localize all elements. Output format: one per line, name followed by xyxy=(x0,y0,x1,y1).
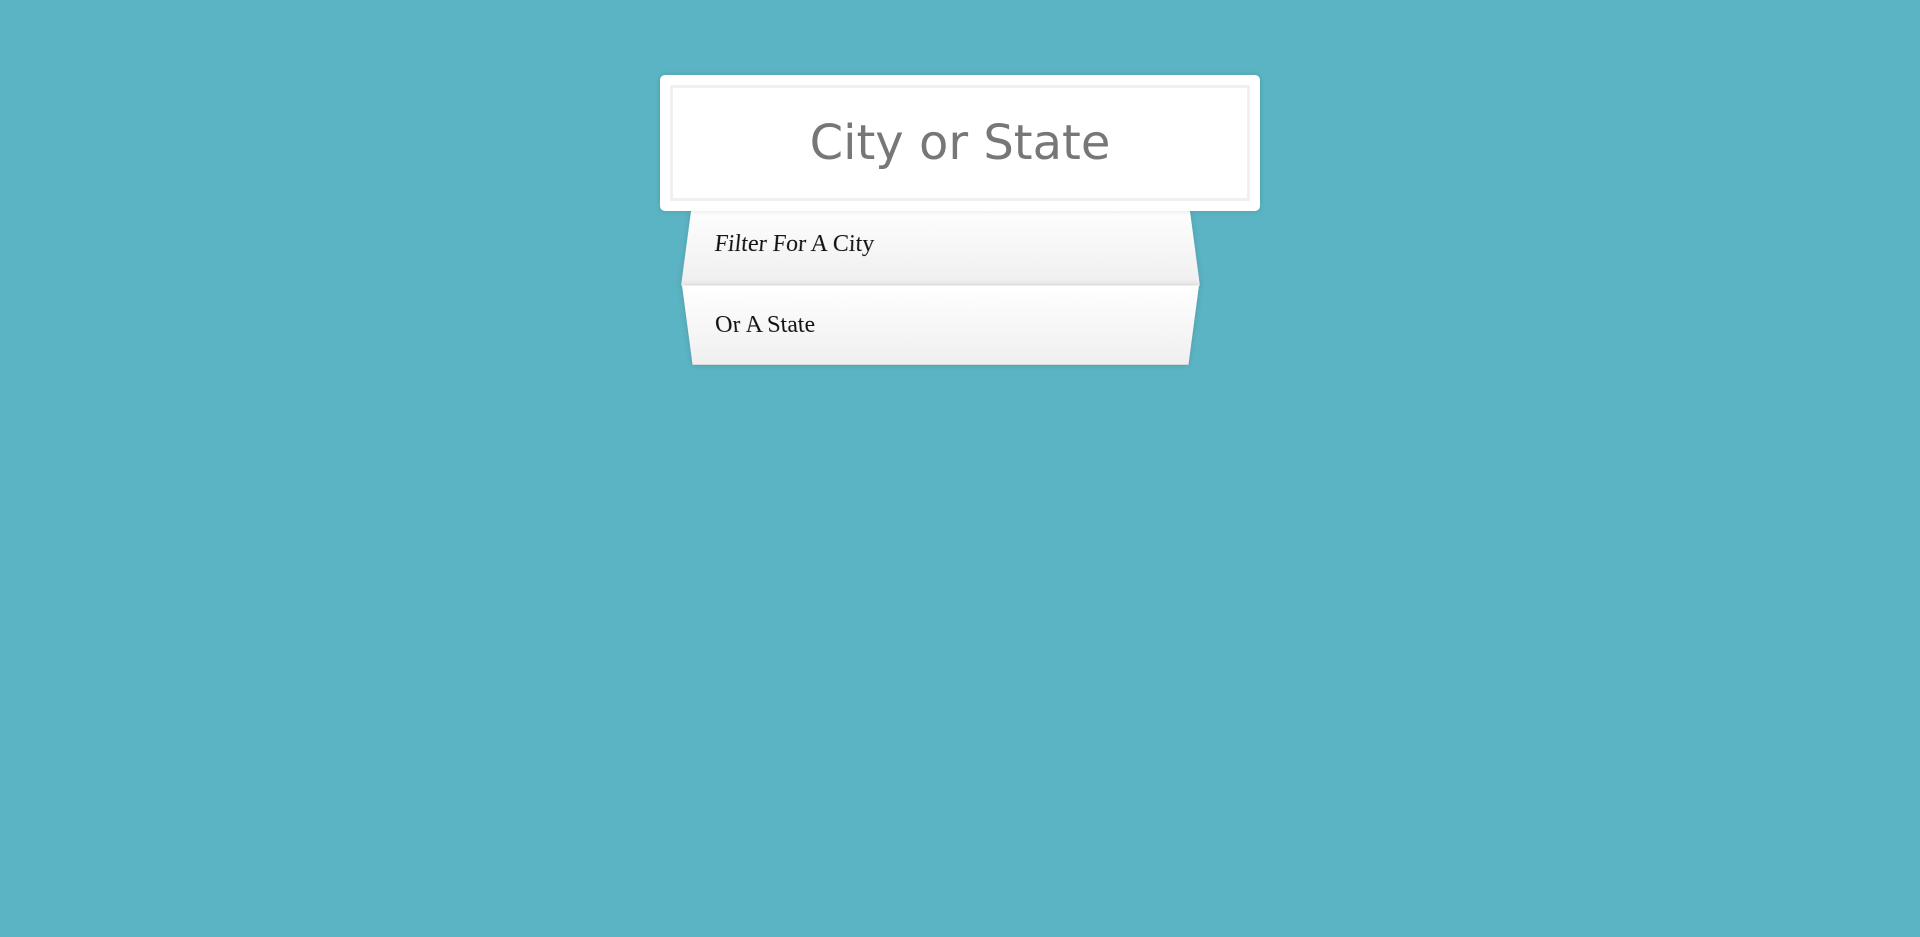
suggestion-filter-city[interactable]: Filter For A City xyxy=(681,205,1200,286)
search-input[interactable] xyxy=(670,85,1250,201)
suggestions-list: Filter For A City Or A State xyxy=(681,203,1200,365)
search-form: Filter For A City Or A State xyxy=(660,75,1260,365)
search-box xyxy=(660,75,1260,211)
suggestion-state[interactable]: Or A State xyxy=(681,285,1200,365)
